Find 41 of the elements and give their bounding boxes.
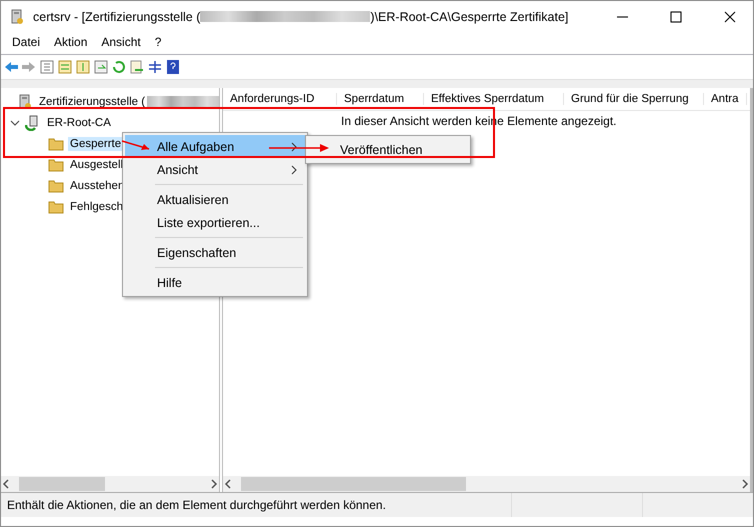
menu-item[interactable]: Datei [7, 35, 46, 49]
refresh-icon[interactable] [111, 59, 127, 75]
export-icon[interactable] [93, 59, 109, 75]
window-title: )\ER-Root-CA\Gesperrte Zertifikate] [370, 10, 568, 24]
tree-item[interactable]: Fehlgesch [68, 200, 126, 214]
status-text: Enthält die Aktionen, die an dem Element durchgeführt werden können. [7, 498, 387, 512]
window-title: certsrv - [Zertifizierungsstelle ( [33, 10, 200, 24]
app-icon [9, 8, 25, 24]
annotation-arrow [269, 142, 329, 154]
scrollbar-thumb[interactable] [241, 477, 466, 491]
folder-icon [48, 136, 64, 152]
folder-icon [48, 178, 64, 194]
menu-item[interactable]: Ansicht [125, 158, 305, 181]
expand-chevron-icon[interactable] [10, 118, 20, 128]
scrollbar-thumb[interactable] [19, 477, 104, 491]
menu-item[interactable]: Aktualisieren [125, 188, 305, 211]
column-header[interactable]: Antra [704, 93, 746, 105]
tree-item[interactable]: Zertifizierungsstelle ( [36, 94, 148, 108]
folder-icon [48, 198, 64, 214]
list-icon[interactable] [39, 59, 55, 75]
help-icon[interactable] [165, 59, 181, 75]
column-header[interactable]: Anforderungs-ID [223, 93, 337, 105]
close-icon[interactable] [723, 10, 737, 22]
tree-item[interactable]: ER-Root-CA [45, 116, 113, 130]
menu-item[interactable]: Liste exportieren... [125, 211, 305, 234]
tree-item[interactable]: Gesperrte [68, 136, 124, 150]
menu-item[interactable]: ? [150, 35, 166, 49]
menu-item[interactable]: Eigenschaften [125, 241, 305, 264]
back-arrow-icon[interactable] [3, 59, 19, 75]
folder-icon [48, 156, 64, 172]
server-icon [16, 94, 33, 110]
blurred-region [147, 96, 219, 107]
menu-item[interactable]: Hilfe [125, 271, 305, 294]
menu-item[interactable]: Ansicht [96, 35, 146, 49]
column-header[interactable]: Grund für die Sperrung [564, 93, 704, 105]
menu-item[interactable]: Veröffentlichen [308, 138, 468, 161]
tree-item[interactable]: Ausgestell [68, 158, 126, 172]
maximize-icon[interactable] [669, 10, 683, 22]
menu-item[interactable]: Aktion [49, 35, 92, 49]
column-header[interactable]: Sperrdatum [337, 93, 424, 105]
column-header[interactable]: Effektives Sperrdatum [424, 93, 564, 105]
